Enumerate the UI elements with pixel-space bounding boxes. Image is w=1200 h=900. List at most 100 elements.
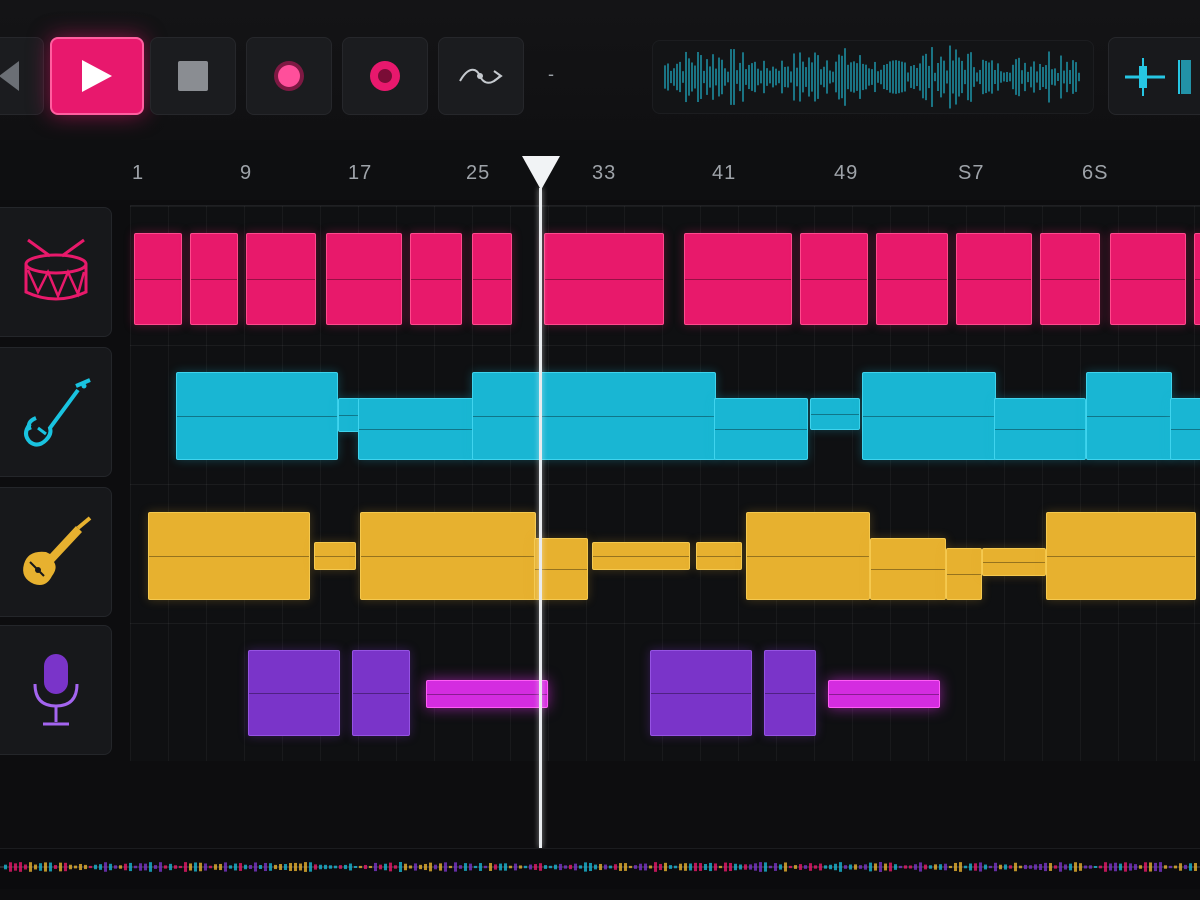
overview-marker: [724, 862, 727, 872]
overview-marker: [1014, 862, 1017, 872]
loop-button[interactable]: [438, 37, 524, 115]
overview-marker: [374, 862, 377, 872]
drum-clip[interactable]: [472, 233, 512, 325]
record-arm-button[interactable]: [342, 37, 428, 115]
overview-marker: [309, 862, 312, 872]
overview-marker: [59, 862, 62, 872]
playhead-line[interactable]: [539, 188, 542, 848]
overview-marker: [819, 863, 822, 871]
microphone-icon: [33, 654, 79, 726]
drum-clip[interactable]: [1040, 233, 1100, 325]
bass-clip[interactable]: [994, 398, 1086, 460]
guitar-clip[interactable]: [360, 512, 536, 600]
overview-marker: [824, 865, 827, 869]
overview-marker: [694, 862, 697, 872]
overview-marker: [939, 864, 942, 870]
overview-marker: [499, 863, 502, 871]
drum-clip[interactable]: [190, 233, 238, 325]
drum-clip[interactable]: [326, 233, 402, 325]
bass-clip[interactable]: [862, 372, 996, 460]
bass-clip[interactable]: [1086, 372, 1172, 460]
drum-clip[interactable]: [684, 233, 792, 325]
bass-clip[interactable]: [1170, 398, 1200, 460]
song-overview-strip[interactable]: [0, 848, 1200, 889]
guitar-clip[interactable]: [148, 512, 310, 600]
record-button[interactable]: [246, 37, 332, 115]
guitar-clip[interactable]: [592, 542, 690, 570]
bass-clip[interactable]: [338, 398, 360, 432]
overview-marker: [909, 865, 912, 869]
record-icon: [274, 61, 304, 91]
overview-marker: [64, 862, 67, 872]
bass-clip[interactable]: [810, 398, 860, 430]
drum-clip[interactable]: [246, 233, 316, 325]
arrangement-grid[interactable]: [130, 205, 1200, 761]
overview-marker: [1009, 865, 1012, 869]
play-button[interactable]: [50, 37, 144, 115]
loop-arrow-icon: [459, 68, 503, 84]
overview-marker: [609, 865, 612, 869]
overview-marker: [169, 863, 172, 871]
overview-marker: [664, 862, 667, 872]
drum-clip[interactable]: [410, 233, 462, 325]
overview-marker: [454, 862, 457, 872]
bass-clip[interactable]: [358, 398, 474, 460]
overview-marker: [1044, 862, 1047, 872]
vocal-fx-clip[interactable]: [426, 680, 548, 708]
overview-waveform: [0, 862, 1200, 872]
drum-clip[interactable]: [1194, 233, 1200, 325]
overview-marker: [1079, 863, 1082, 871]
drum-clip[interactable]: [956, 233, 1032, 325]
drum-clip[interactable]: [1110, 233, 1186, 325]
guitar-clip[interactable]: [982, 548, 1046, 576]
overview-marker: [749, 864, 752, 870]
track-header-vocals[interactable]: [0, 625, 112, 755]
vocal-clip[interactable]: [650, 650, 752, 736]
bar-number: 33: [592, 162, 617, 184]
overview-marker: [1029, 865, 1032, 869]
drum-clip[interactable]: [800, 233, 868, 325]
overview-marker: [774, 863, 777, 871]
vocal-fx-clip[interactable]: [828, 680, 940, 708]
guitar-clip[interactable]: [314, 542, 356, 570]
overview-marker: [1169, 865, 1172, 869]
guitar-clip[interactable]: [746, 512, 870, 600]
overview-marker: [474, 865, 477, 869]
playhead-handle[interactable]: [522, 156, 560, 190]
track-header-guitar[interactable]: [0, 487, 112, 617]
guitar-clip[interactable]: [534, 538, 588, 600]
overview-marker: [644, 863, 647, 871]
overview-marker: [34, 864, 37, 870]
overview-marker: [834, 863, 837, 871]
overview-marker: [1149, 862, 1152, 872]
overview-marker: [974, 863, 977, 871]
overview-marker: [784, 862, 787, 872]
guitar-clip[interactable]: [696, 542, 742, 570]
bass-clip[interactable]: [472, 372, 716, 460]
overview-marker: [1104, 862, 1107, 872]
track-header-drums[interactable]: [0, 207, 112, 337]
overview-marker: [569, 864, 572, 870]
bass-clip[interactable]: [176, 372, 338, 460]
guitar-clip[interactable]: [946, 548, 982, 600]
bass-clip[interactable]: [714, 398, 808, 460]
vocal-clip[interactable]: [352, 650, 410, 736]
overview-marker: [1139, 865, 1142, 869]
guitar-clip[interactable]: [1046, 512, 1196, 600]
rewind-button[interactable]: [0, 37, 44, 115]
track-header-bass[interactable]: [0, 347, 112, 477]
overview-marker: [739, 864, 742, 870]
stop-button[interactable]: [150, 37, 236, 115]
drum-clip[interactable]: [134, 233, 182, 325]
drum-clip[interactable]: [544, 233, 664, 325]
overview-marker: [194, 862, 197, 872]
guitar-clip[interactable]: [870, 538, 946, 600]
vocal-clip[interactable]: [248, 650, 340, 736]
overview-marker: [1194, 863, 1197, 871]
bass-guitar-icon: [24, 378, 91, 447]
drum-clip[interactable]: [876, 233, 948, 325]
vocal-clip[interactable]: [764, 650, 816, 736]
overview-marker: [869, 862, 872, 872]
overview-marker: [409, 865, 412, 869]
tempo-panel[interactable]: [1108, 37, 1200, 115]
